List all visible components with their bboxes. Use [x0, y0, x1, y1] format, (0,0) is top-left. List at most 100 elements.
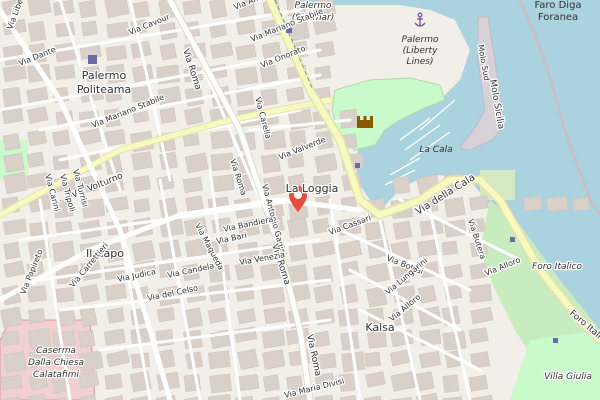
building-block [132, 175, 151, 192]
building-block [546, 195, 569, 212]
building-block [236, 374, 260, 392]
building-block [2, 86, 22, 108]
building-block [182, 0, 202, 16]
building-block [81, 20, 98, 37]
building-block [235, 284, 255, 302]
poi-label-liberty-2[interactable]: (Liberty [403, 46, 439, 56]
building-block [314, 152, 338, 174]
building-block [262, 374, 280, 392]
building-block [2, 133, 21, 151]
poi-label-caserma-2[interactable]: Dalla Chiesa [27, 357, 86, 370]
building-block [285, 86, 305, 102]
building-block [185, 195, 204, 212]
building-block [314, 65, 332, 81]
building-block [207, 350, 231, 370]
building-block [3, 351, 27, 373]
building-block [103, 328, 126, 346]
building-block [392, 220, 413, 240]
building-block [210, 174, 235, 193]
building-block [51, 330, 76, 348]
bus-stop-icon[interactable] [510, 237, 515, 242]
building-block [28, 308, 46, 324]
building-block [184, 106, 204, 126]
building-block [27, 285, 47, 303]
cala-stop-icon[interactable] [355, 163, 360, 168]
building-block [105, 44, 128, 62]
castle-icon[interactable] [357, 116, 373, 128]
building-block [237, 348, 259, 371]
building-block [210, 130, 234, 150]
building-block [419, 328, 442, 347]
poi-label-liberty-3[interactable]: Lines) [407, 57, 434, 67]
building-block [392, 176, 411, 195]
map-view[interactable]: Palermo Politeama La Loggia Il Capo Kals… [0, 0, 600, 400]
building-block [182, 176, 203, 194]
building-block [469, 195, 489, 211]
building-block [468, 374, 489, 392]
building-block [261, 153, 281, 174]
building-block [105, 283, 128, 301]
building-block [106, 21, 130, 39]
place-label-kalsa[interactable]: Kalsa [364, 320, 396, 336]
place-label-la-loggia[interactable]: La Loggia [284, 181, 339, 197]
building-block [288, 242, 308, 262]
building-block [52, 129, 71, 147]
building-block [572, 196, 591, 212]
building-block [55, 287, 75, 303]
building-block [313, 284, 334, 304]
building-block [0, 306, 23, 329]
building-block [3, 171, 28, 195]
building-block [262, 349, 286, 370]
water-label-la-cala: La Cala [419, 145, 452, 155]
building-block [79, 283, 101, 304]
building-block [130, 352, 150, 369]
poi-label-caserma-3[interactable]: Calatafimi [32, 369, 81, 382]
building-block [236, 19, 256, 36]
building-block [263, 306, 287, 325]
building-block [104, 129, 126, 147]
building-block [287, 216, 309, 239]
water-label-faro-2: Foranea [538, 12, 578, 23]
building-block [3, 241, 21, 260]
park-label-foro-italico[interactable]: Foro Italico [531, 261, 584, 274]
building-block [106, 307, 125, 324]
politeama-station-icon[interactable] [88, 55, 97, 64]
building-block [159, 107, 177, 124]
building-block [27, 21, 47, 42]
building-block [312, 217, 330, 234]
building-block [104, 373, 123, 390]
place-label-politeama-1[interactable]: Palermo [81, 68, 128, 84]
building-block [26, 151, 45, 168]
place-label-politeama-2[interactable]: Politeama [76, 82, 133, 98]
building-block [443, 196, 466, 218]
building-block [468, 327, 489, 344]
building-block [417, 284, 437, 304]
building-block [0, 374, 23, 391]
building-block [235, 66, 259, 86]
building-block [78, 0, 97, 19]
bus-stop-icon[interactable] [553, 338, 558, 343]
building-block [78, 330, 96, 348]
building-block [260, 286, 286, 306]
building-block [522, 195, 543, 212]
building-block [52, 154, 69, 170]
map-canvas: Palermo Politeama La Loggia Il Capo Kals… [0, 0, 600, 400]
building-block [27, 129, 47, 147]
water-label-faro-1: Faro Diga [534, 0, 581, 11]
building-block [159, 43, 177, 61]
building-block [2, 107, 24, 125]
poi-label-liberty-1[interactable]: Palermo [402, 35, 439, 45]
building-block [131, 240, 156, 263]
building-block [468, 283, 493, 304]
building-block [209, 0, 228, 20]
building-block [441, 240, 458, 256]
building-block [209, 373, 232, 394]
building-block [442, 374, 460, 393]
building-block [364, 351, 381, 368]
building-block [1, 330, 20, 347]
building-block [442, 330, 467, 351]
building-block [261, 329, 286, 349]
poi-label-caserma-1[interactable]: Caserma [35, 345, 78, 358]
park-label-villa-giulia[interactable]: Villa Giulia [543, 371, 593, 384]
building-block [133, 198, 151, 213]
